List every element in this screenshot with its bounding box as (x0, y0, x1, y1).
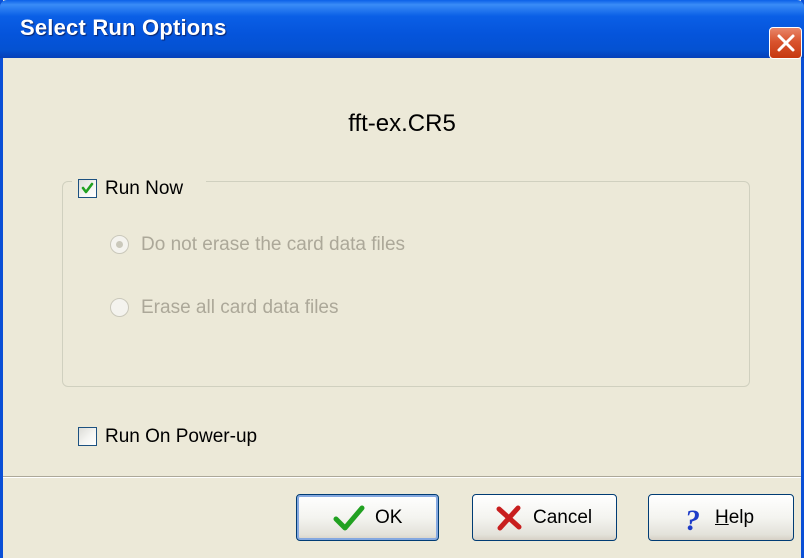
ok-button[interactable]: OK (296, 494, 439, 541)
run-now-groupbox (62, 181, 750, 387)
help-label: Help (715, 507, 755, 528)
radio-selected-dot (116, 241, 123, 248)
radio-do-not-erase[interactable] (110, 235, 129, 254)
ok-label: OK (375, 507, 403, 528)
radio-erase-all-label[interactable]: Erase all card data files (141, 297, 339, 319)
run-on-powerup-checkbox[interactable] (78, 427, 97, 446)
checkmark-icon (333, 505, 365, 531)
x-icon (496, 505, 522, 531)
run-now-label[interactable]: Run Now (105, 178, 183, 200)
program-filename: fft-ex.CR5 (348, 110, 456, 137)
close-icon (777, 34, 795, 52)
run-on-powerup-label[interactable]: Run On Power-up (105, 426, 257, 448)
close-button[interactable] (769, 27, 802, 59)
question-mark-icon: ? (685, 505, 700, 533)
run-now-checkbox[interactable] (78, 179, 97, 198)
help-button[interactable]: ? Help (648, 494, 794, 541)
radio-erase-all[interactable] (110, 298, 129, 317)
cancel-label: Cancel (533, 507, 593, 528)
title-bar[interactable]: Select Run Options (0, 0, 804, 58)
button-divider (3, 476, 801, 478)
svg-text:?: ? (685, 505, 700, 533)
window-title: Select Run Options (20, 15, 227, 40)
cancel-button[interactable]: Cancel (472, 494, 617, 541)
checkmark-icon (81, 182, 94, 194)
radio-do-not-erase-label[interactable]: Do not erase the card data files (141, 234, 405, 256)
